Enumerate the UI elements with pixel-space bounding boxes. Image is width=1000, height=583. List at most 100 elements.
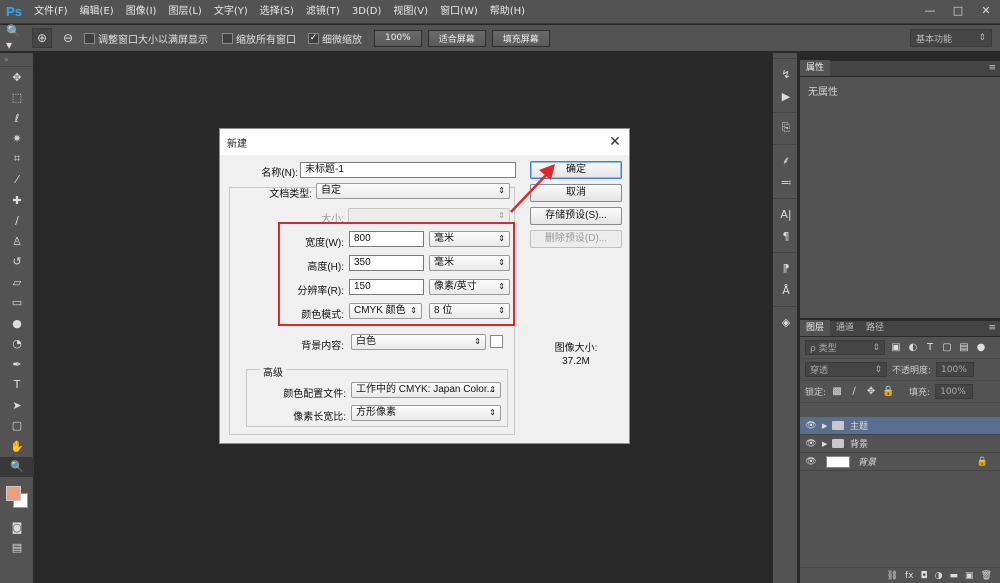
menu-file[interactable]: 文件(F)	[28, 0, 74, 24]
marquee-tool-icon[interactable]: ⬚	[0, 88, 34, 109]
clone-stamp-tool-icon[interactable]: ♙	[0, 231, 34, 252]
delete-layer-icon[interactable]: 🗑	[981, 571, 992, 581]
menu-filter[interactable]: 滤镜(T)	[300, 0, 346, 24]
resolution-input[interactable]: 150	[349, 279, 424, 295]
new-layer-icon[interactable]: ▣	[965, 571, 974, 581]
background-select[interactable]: 白色 ⇕	[351, 334, 486, 350]
size-select[interactable]: ⇕	[348, 208, 510, 224]
dodge-tool-icon[interactable]: ◔	[0, 334, 34, 355]
width-input[interactable]: 800	[349, 231, 424, 247]
brush-tool-icon[interactable]: ∕	[0, 211, 34, 232]
panel-menu-icon[interactable]: ≡	[988, 63, 996, 73]
tab-paths[interactable]: 路径	[860, 320, 890, 336]
tool-presets-panel-icon[interactable]: ◈	[773, 311, 799, 333]
layer-row-background[interactable]: 👁 背景 🔒	[800, 453, 1000, 471]
zoom-all-checkbox[interactable]	[222, 32, 233, 44]
pixel-filter-icon[interactable]: ▣	[890, 342, 902, 353]
ok-button[interactable]: 确定	[530, 161, 622, 179]
name-input[interactable]: 未标题-1	[300, 162, 516, 178]
tab-properties[interactable]: 属性	[800, 60, 831, 76]
color-profile-select[interactable]: 工作中的 CMYK: Japan Color... ⇕	[351, 382, 501, 398]
fill-input[interactable]: 100%	[935, 384, 974, 399]
background-color-chip[interactable]	[490, 335, 503, 348]
crop-tool-icon[interactable]: ⌗	[0, 149, 34, 170]
minimize-button[interactable]: —	[916, 0, 944, 20]
menu-type[interactable]: 文字(Y)	[208, 0, 254, 24]
resize-windows-option[interactable]: 调整窗口大小以满屏显示	[84, 31, 208, 46]
blend-mode-select[interactable]: 穿透 ⇕	[805, 362, 887, 377]
menu-layer[interactable]: 图层(L)	[162, 0, 207, 24]
fill-screen-button[interactable]: 填充屏幕	[491, 29, 550, 47]
menu-edit[interactable]: 编辑(E)	[74, 0, 120, 24]
link-layers-icon[interactable]: ⛓	[887, 571, 898, 581]
menu-view[interactable]: 视图(V)	[387, 0, 434, 24]
new-group-icon[interactable]: ▬	[950, 571, 959, 581]
history-brush-tool-icon[interactable]: ↺	[0, 252, 34, 273]
foreground-color-swatch[interactable]	[6, 486, 21, 501]
height-unit-select[interactable]: 毫米 ⇕	[429, 255, 510, 271]
lock-all-icon[interactable]: 🔒	[882, 386, 894, 397]
paragraph-panel-icon[interactable]: ¶	[773, 225, 799, 247]
expand-arrow-icon[interactable]: ▶	[822, 422, 832, 430]
visibility-eye-icon[interactable]: 👁	[800, 421, 822, 431]
zoom-all-option[interactable]: 缩放所有窗口	[222, 31, 296, 46]
layer-mask-icon[interactable]: ◘	[921, 571, 928, 581]
type-filter-icon[interactable]: T	[924, 342, 936, 353]
preset-select[interactable]: 自定 ⇕	[316, 183, 510, 199]
adjustment-filter-icon[interactable]: ◐	[907, 342, 919, 353]
adjustment-layer-icon[interactable]: ◑	[935, 571, 943, 581]
layer-filter-select[interactable]: ρ 类型 ⇕	[805, 340, 885, 355]
layer-row-group[interactable]: 👁 ▶ 主题	[800, 417, 1000, 435]
menu-window[interactable]: 窗口(W)	[434, 0, 484, 24]
lock-position-icon[interactable]: ✥	[865, 386, 877, 397]
shape-tool-icon[interactable]: ▢	[0, 416, 34, 437]
gradient-tool-icon[interactable]: ▭	[0, 293, 34, 314]
scrubby-zoom-option[interactable]: ✓ 细微缩放	[308, 31, 362, 46]
healing-brush-tool-icon[interactable]: ✚	[0, 190, 34, 211]
eyedropper-tool-icon[interactable]: ⁄	[0, 170, 34, 191]
tab-channels[interactable]: 通道	[830, 320, 860, 336]
panel-menu-icon[interactable]: ≡	[988, 323, 996, 333]
opacity-input[interactable]: 100%	[936, 362, 975, 377]
delete-preset-button[interactable]: 删除预设(D)...	[530, 230, 622, 248]
character-styles-panel-icon[interactable]: ⁋	[773, 257, 799, 279]
pixel-aspect-select[interactable]: 方形像素 ⇕	[351, 405, 501, 421]
cancel-button[interactable]: 取消	[530, 184, 622, 202]
type-tool-icon[interactable]: T	[0, 375, 34, 396]
filter-toggle-icon[interactable]: ●	[975, 342, 987, 353]
close-window-button[interactable]: ✕	[972, 0, 1000, 20]
lock-transparent-icon[interactable]: ▩	[831, 386, 843, 397]
info-panel-icon[interactable]: ⎘	[773, 117, 799, 139]
lock-image-icon[interactable]: ∕	[848, 386, 860, 397]
workspace-select[interactable]: 基本功能 ⇕	[910, 29, 992, 47]
smart-object-filter-icon[interactable]: ▤	[958, 342, 970, 353]
zoom-tool-icon[interactable]: 🔍	[0, 456, 34, 477]
save-preset-button[interactable]: 存储预设(S)...	[530, 207, 622, 225]
color-mode-select[interactable]: CMYK 颜色 ⇕	[349, 303, 422, 319]
eraser-tool-icon[interactable]: ▱	[0, 272, 34, 293]
hand-tool-icon[interactable]: ✋	[0, 436, 34, 457]
toolbar-grip-icon[interactable]: »	[0, 53, 33, 67]
layer-row-group[interactable]: 👁 ▶ 背景	[800, 435, 1000, 453]
path-selection-tool-icon[interactable]: ➤	[0, 395, 34, 416]
scrubby-zoom-checkbox[interactable]: ✓	[308, 32, 319, 44]
close-icon[interactable]: ✕	[607, 133, 623, 149]
shape-filter-icon[interactable]: ▢	[941, 342, 953, 353]
expand-arrow-icon[interactable]: ▶	[822, 440, 832, 448]
screen-mode-icon[interactable]: ▤	[0, 538, 34, 559]
lasso-tool-icon[interactable]: ℓ	[0, 108, 34, 129]
menu-select[interactable]: 选择(S)	[254, 0, 300, 24]
height-input[interactable]: 350	[349, 255, 424, 271]
zoom-in-icon[interactable]: ⊕	[32, 28, 52, 48]
layer-style-icon[interactable]: fx	[905, 571, 914, 581]
blur-tool-icon[interactable]: ●	[0, 313, 34, 334]
width-unit-select[interactable]: 毫米 ⇕	[429, 231, 510, 247]
actions-panel-icon[interactable]: ▶	[773, 85, 799, 107]
character-panel-icon[interactable]: A|	[773, 203, 799, 225]
tab-layers[interactable]: 图层	[800, 320, 831, 336]
menu-image[interactable]: 图像(I)	[120, 0, 163, 24]
visibility-eye-icon[interactable]: 👁	[800, 457, 822, 467]
resolution-unit-select[interactable]: 像素/英寸 ⇕	[429, 279, 510, 295]
zoom-out-icon[interactable]: ⊖	[58, 28, 78, 48]
resize-windows-checkbox[interactable]	[84, 32, 95, 44]
